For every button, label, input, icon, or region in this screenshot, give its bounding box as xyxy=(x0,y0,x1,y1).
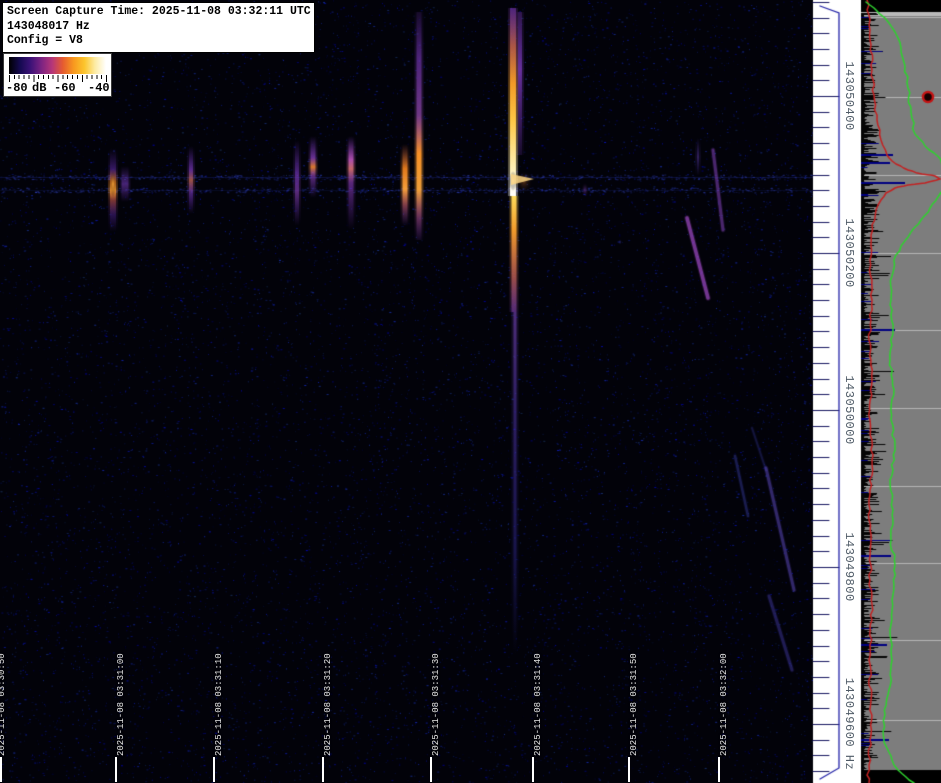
capture-info-box: Screen Capture Time: 2025-11-08 03:32:11… xyxy=(2,2,315,53)
intensity-colorbar-gradient xyxy=(9,57,106,74)
spectrogram-canvas xyxy=(0,0,941,783)
colorbar-labels: -80 dB -60 -40 xyxy=(6,81,110,95)
screen-capture-root: Screen Capture Time: 2025-11-08 03:32:11… xyxy=(0,0,941,783)
intensity-colorbar-box: -80 dB -60 -40 xyxy=(3,53,112,97)
capture-time-text: Screen Capture Time: 2025-11-08 03:32:11… xyxy=(7,5,311,20)
config-text: Config = V8 xyxy=(7,34,311,49)
colorbar-label-0: -80 xyxy=(6,81,28,95)
colorbar-label-1: dB xyxy=(32,81,46,95)
colorbar-label-3: -40 xyxy=(88,81,110,95)
colorbar-ruler-minor-ticks xyxy=(9,75,107,79)
center-frequency-text: 143048017 Hz xyxy=(7,20,311,35)
colorbar-label-2: -60 xyxy=(54,81,76,95)
